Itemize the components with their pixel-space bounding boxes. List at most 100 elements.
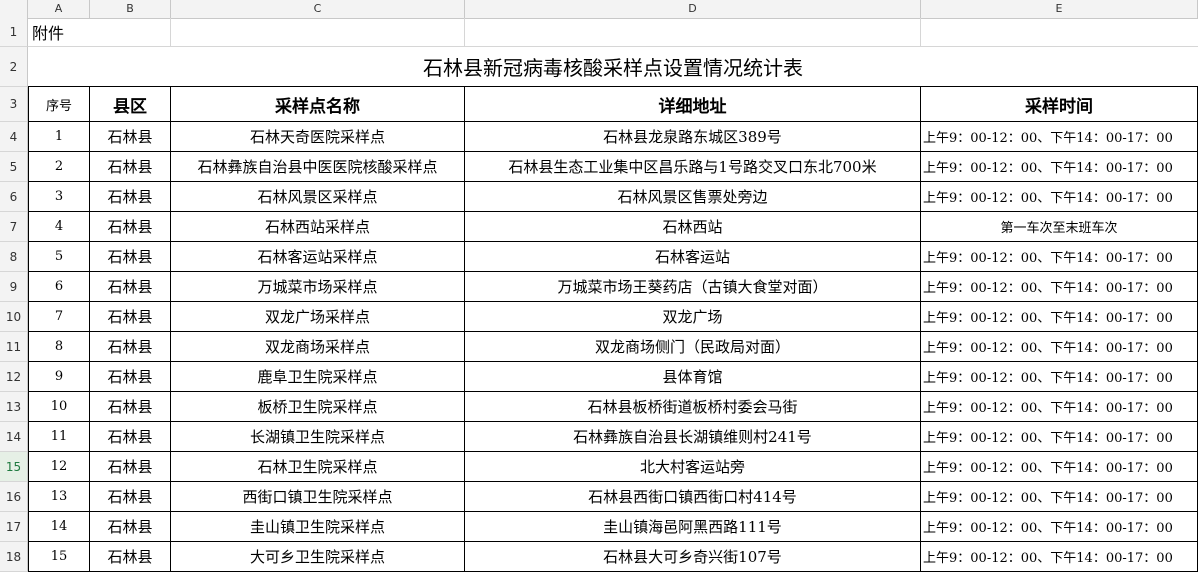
site-name-cell[interactable]: 长湖镇卫生院采样点 [171, 422, 465, 452]
address-cell[interactable]: 石林县西街口镇西街口村414号 [465, 482, 921, 512]
address-cell[interactable]: 石林县生态工业集中区昌乐路与1号路交叉口东北700米 [465, 152, 921, 182]
column-header-d[interactable]: D [465, 0, 921, 18]
row-header[interactable]: 4 [0, 122, 28, 152]
row-header[interactable]: 14 [0, 422, 28, 452]
header-address[interactable]: 详细地址 [465, 87, 921, 122]
seq-cell[interactable]: 11 [28, 422, 90, 452]
row-header[interactable]: 5 [0, 152, 28, 182]
time-cell[interactable]: 上午9：00-12：00、下午14：00-17：00 [921, 242, 1198, 272]
row-header[interactable]: 10 [0, 302, 28, 332]
seq-cell[interactable]: 14 [28, 512, 90, 542]
time-cell[interactable]: 上午9：00-12：00、下午14：00-17：00 [921, 392, 1198, 422]
seq-cell[interactable]: 9 [28, 362, 90, 392]
address-cell[interactable]: 县体育馆 [465, 362, 921, 392]
county-cell[interactable]: 石林县 [90, 212, 171, 242]
site-name-cell[interactable]: 双龙商场采样点 [171, 332, 465, 362]
county-cell[interactable]: 石林县 [90, 302, 171, 332]
column-header-a[interactable]: A [28, 0, 90, 18]
site-name-cell[interactable]: 西街口镇卫生院采样点 [171, 482, 465, 512]
address-cell[interactable]: 石林县板桥街道板桥村委会马街 [465, 392, 921, 422]
seq-cell[interactable]: 7 [28, 302, 90, 332]
county-cell[interactable]: 石林县 [90, 542, 171, 572]
row-header[interactable]: 2 [0, 47, 28, 87]
county-cell[interactable]: 石林县 [90, 242, 171, 272]
row-header[interactable]: 9 [0, 272, 28, 302]
address-cell[interactable]: 双龙广场 [465, 302, 921, 332]
site-name-cell[interactable]: 大可乡卫生院采样点 [171, 542, 465, 572]
empty-cell[interactable] [465, 18, 921, 47]
seq-cell[interactable]: 4 [28, 212, 90, 242]
address-cell[interactable]: 万城菜市场王葵药店（古镇大食堂对面） [465, 272, 921, 302]
column-header-b[interactable]: B [90, 0, 171, 18]
address-cell[interactable]: 石林西站 [465, 212, 921, 242]
county-cell[interactable]: 石林县 [90, 122, 171, 152]
time-cell[interactable]: 上午9：00-12：00、下午14：00-17：00 [921, 452, 1198, 482]
time-cell[interactable]: 上午9：00-12：00、下午14：00-17：00 [921, 152, 1198, 182]
site-name-cell[interactable]: 万城菜市场采样点 [171, 272, 465, 302]
row-header[interactable]: 12 [0, 362, 28, 392]
county-cell[interactable]: 石林县 [90, 392, 171, 422]
address-cell[interactable]: 北大村客运站旁 [465, 452, 921, 482]
address-cell[interactable]: 石林彝族自治县长湖镇维则村241号 [465, 422, 921, 452]
county-cell[interactable]: 石林县 [90, 452, 171, 482]
time-cell[interactable]: 上午9：00-12：00、下午14：00-17：00 [921, 332, 1198, 362]
row-header[interactable]: 11 [0, 332, 28, 362]
row-header-active[interactable]: 15 [0, 452, 28, 482]
time-cell[interactable]: 上午9：00-12：00、下午14：00-17：00 [921, 122, 1198, 152]
row-header[interactable]: 13 [0, 392, 28, 422]
site-name-cell[interactable]: 石林西站采样点 [171, 212, 465, 242]
site-name-cell[interactable]: 双龙广场采样点 [171, 302, 465, 332]
header-site[interactable]: 采样点名称 [171, 87, 465, 122]
row-header[interactable]: 17 [0, 512, 28, 542]
header-time[interactable]: 采样时间 [921, 87, 1198, 122]
header-seq[interactable]: 序号 [28, 87, 90, 122]
empty-cell[interactable] [921, 18, 1198, 47]
header-county[interactable]: 县区 [90, 87, 171, 122]
address-cell[interactable]: 石林客运站 [465, 242, 921, 272]
county-cell[interactable]: 石林县 [90, 512, 171, 542]
seq-cell[interactable]: 3 [28, 182, 90, 212]
row-header[interactable]: 3 [0, 87, 28, 122]
site-name-cell[interactable]: 鹿阜卫生院采样点 [171, 362, 465, 392]
time-cell[interactable]: 上午9：00-12：00、下午14：00-17：00 [921, 272, 1198, 302]
address-cell[interactable]: 石林风景区售票处旁边 [465, 182, 921, 212]
site-name-cell[interactable]: 石林彝族自治县中医医院核酸采样点 [171, 152, 465, 182]
address-cell[interactable]: 双龙商场侧门（民政局对面） [465, 332, 921, 362]
column-header-c[interactable]: C [171, 0, 465, 18]
time-cell[interactable]: 第一车次至末班车次 [921, 212, 1198, 242]
seq-cell[interactable]: 8 [28, 332, 90, 362]
site-name-cell[interactable]: 石林客运站采样点 [171, 242, 465, 272]
seq-cell[interactable]: 13 [28, 482, 90, 512]
empty-cell[interactable] [171, 18, 465, 47]
seq-cell[interactable]: 2 [28, 152, 90, 182]
seq-cell[interactable]: 1 [28, 122, 90, 152]
time-cell[interactable]: 上午9：00-12：00、下午14：00-17：00 [921, 302, 1198, 332]
address-cell[interactable]: 圭山镇海邑阿黑西路111号 [465, 512, 921, 542]
column-header-e[interactable]: E [921, 0, 1198, 18]
county-cell[interactable]: 石林县 [90, 272, 171, 302]
time-cell[interactable]: 上午9：00-12：00、下午14：00-17：00 [921, 512, 1198, 542]
table-title-cell[interactable]: 石林县新冠病毒核酸采样点设置情况统计表 [28, 47, 1198, 87]
site-name-cell[interactable]: 石林卫生院采样点 [171, 452, 465, 482]
row-header[interactable]: 16 [0, 482, 28, 512]
county-cell[interactable]: 石林县 [90, 332, 171, 362]
seq-cell[interactable]: 6 [28, 272, 90, 302]
row-header[interactable]: 7 [0, 212, 28, 242]
seq-cell[interactable]: 12 [28, 452, 90, 482]
row-header[interactable]: 18 [0, 542, 28, 572]
row-header[interactable]: 6 [0, 182, 28, 212]
time-cell[interactable]: 上午9：00-12：00、下午14：00-17：00 [921, 542, 1198, 572]
seq-cell[interactable]: 15 [28, 542, 90, 572]
row-header[interactable]: 8 [0, 242, 28, 272]
time-cell[interactable]: 上午9：00-12：00、下午14：00-17：00 [921, 362, 1198, 392]
appendix-label-cell[interactable]: 附件 [28, 18, 171, 47]
seq-cell[interactable]: 5 [28, 242, 90, 272]
site-name-cell[interactable]: 圭山镇卫生院采样点 [171, 512, 465, 542]
select-all-corner[interactable] [0, 0, 28, 18]
time-cell[interactable]: 上午9：00-12：00、下午14：00-17：00 [921, 182, 1198, 212]
row-header[interactable]: 1 [0, 18, 28, 47]
site-name-cell[interactable]: 石林风景区采样点 [171, 182, 465, 212]
address-cell[interactable]: 石林县龙泉路东城区389号 [465, 122, 921, 152]
county-cell[interactable]: 石林县 [90, 482, 171, 512]
county-cell[interactable]: 石林县 [90, 182, 171, 212]
